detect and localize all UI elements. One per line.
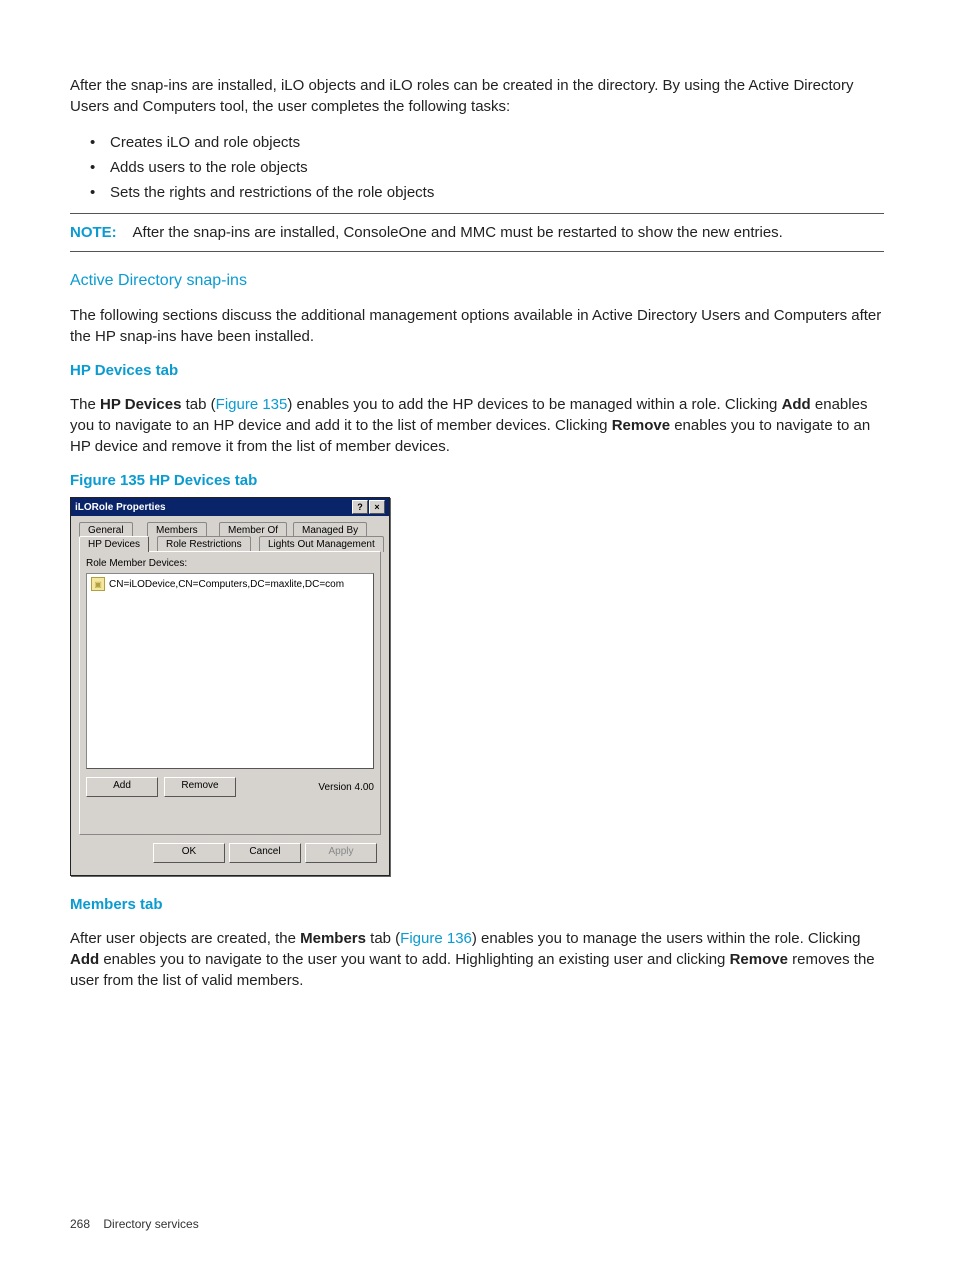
list-item: Adds users to the role objects xyxy=(110,157,884,178)
page-number: 268 xyxy=(70,1217,90,1231)
ad-paragraph: The following sections discuss the addit… xyxy=(70,305,884,347)
intro-paragraph: After the snap-ins are installed, iLO ob… xyxy=(70,75,884,117)
list-item-text: CN=iLODevice,CN=Computers,DC=maxlite,DC=… xyxy=(109,579,344,590)
device-icon: ▣ xyxy=(91,577,105,591)
role-member-devices-list[interactable]: ▣ CN=iLODevice,CN=Computers,DC=maxlite,D… xyxy=(86,573,374,769)
members-paragraph: After user objects are created, the Memb… xyxy=(70,928,884,991)
figure-135-link[interactable]: Figure 135 xyxy=(216,396,288,413)
list-item: Sets the rights and restrictions of the … xyxy=(110,182,884,203)
hp-paragraph: The HP Devices tab (Figure 135) enables … xyxy=(70,394,884,457)
apply-button[interactable]: Apply xyxy=(305,843,377,863)
version-label: Version 4.00 xyxy=(318,782,374,793)
dialog-titlebar: iLORole Properties ? × xyxy=(71,498,389,516)
cancel-button[interactable]: Cancel xyxy=(229,843,301,863)
remove-button[interactable]: Remove xyxy=(164,777,236,797)
add-button[interactable]: Add xyxy=(86,777,158,797)
list-item[interactable]: ▣ CN=iLODevice,CN=Computers,DC=maxlite,D… xyxy=(89,576,371,592)
page-footer: 268 Directory services xyxy=(70,1217,199,1231)
note-block: NOTE: After the snap-ins are installed, … xyxy=(70,213,884,252)
tab-role-restrictions[interactable]: Role Restrictions xyxy=(157,536,251,552)
footer-section: Directory services xyxy=(103,1217,198,1231)
tab-panel: Role Member Devices: ▣ CN=iLODevice,CN=C… xyxy=(79,551,381,835)
help-icon[interactable]: ? xyxy=(352,500,368,514)
heading-ad-snapins: Active Directory snap-ins xyxy=(70,272,884,290)
dialog-tabs: General Members Member Of Managed By HP … xyxy=(79,522,381,552)
ok-button[interactable]: OK xyxy=(153,843,225,863)
figure-caption: Figure 135 HP Devices tab xyxy=(70,472,884,489)
task-list: Creates iLO and role objects Adds users … xyxy=(70,132,884,203)
tab-hp-devices[interactable]: HP Devices xyxy=(79,536,149,552)
tab-lights-out[interactable]: Lights Out Management xyxy=(259,536,384,552)
heading-hp-devices: HP Devices tab xyxy=(70,362,884,379)
role-member-devices-label: Role Member Devices: xyxy=(86,558,374,569)
list-item: Creates iLO and role objects xyxy=(110,132,884,153)
note-text: After the snap-ins are installed, Consol… xyxy=(133,224,783,241)
note-label: NOTE: xyxy=(70,224,117,241)
heading-members-tab: Members tab xyxy=(70,896,884,913)
dialog-title-text: iLORole Properties xyxy=(75,502,166,513)
close-icon[interactable]: × xyxy=(369,500,385,514)
ilorole-properties-dialog: iLORole Properties ? × General Members M… xyxy=(70,497,390,876)
figure-136-link[interactable]: Figure 136 xyxy=(400,930,472,947)
